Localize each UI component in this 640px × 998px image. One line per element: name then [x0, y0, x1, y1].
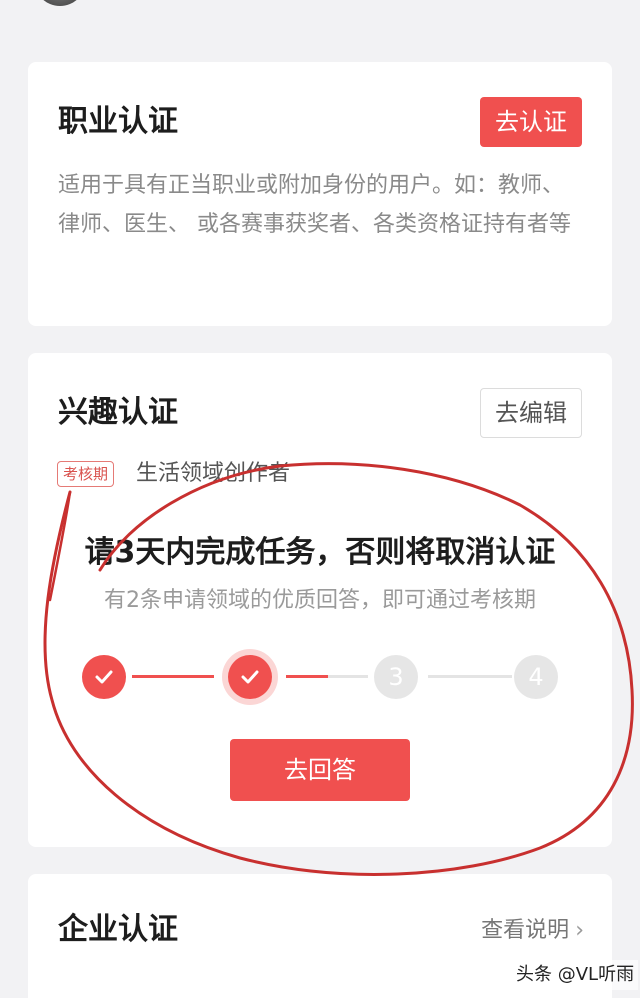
step-connector-1: [132, 675, 214, 678]
interest-cert-title: 兴趣认证: [58, 395, 178, 430]
professional-cert-card: 职业认证 去认证 适用于具有正当职业或附加身份的用户。如：教师、律师、医生、 或…: [28, 62, 612, 326]
check-icon: [241, 670, 259, 684]
step-3: 3: [374, 655, 418, 699]
step-2-current: [228, 655, 272, 699]
review-period-badge: 考核期: [57, 461, 115, 487]
watermark: 头条 @VL听雨: [512, 960, 639, 990]
view-instructions-label: 查看说明: [481, 918, 570, 943]
step-connector-2-empty: [328, 675, 368, 678]
step-1-done: [82, 655, 126, 699]
enterprise-cert-title: 企业认证: [58, 912, 178, 947]
avatar[interactable]: [34, 0, 86, 6]
step-connector-2-filled: [286, 675, 328, 678]
professional-cert-description: 适用于具有正当职业或附加身份的用户。如：教师、律师、医生、 或各赛事获奖者、各类…: [58, 173, 571, 237]
go-certify-button[interactable]: 去认证: [480, 97, 582, 147]
task-title: 请3天内完成任务，否则将取消认证: [84, 535, 556, 570]
professional-cert-title: 职业认证: [58, 104, 178, 139]
interest-domain-label: 生活领域创作者: [136, 461, 291, 486]
check-icon: [95, 670, 113, 684]
task-subtitle: 有2条申请领域的优质回答，即可通过考核期: [104, 588, 536, 613]
step-4: 4: [514, 655, 558, 699]
interest-cert-card: 兴趣认证 去编辑 考核期 生活领域创作者 请3天内完成任务，否则将取消认证 有2…: [28, 353, 612, 847]
view-instructions-link[interactable]: 查看说明 ›: [481, 916, 584, 946]
chevron-right-icon: ›: [575, 918, 584, 943]
step-connector-3: [428, 675, 512, 678]
go-edit-button[interactable]: 去编辑: [480, 388, 582, 438]
go-answer-button[interactable]: 去回答: [230, 739, 410, 801]
